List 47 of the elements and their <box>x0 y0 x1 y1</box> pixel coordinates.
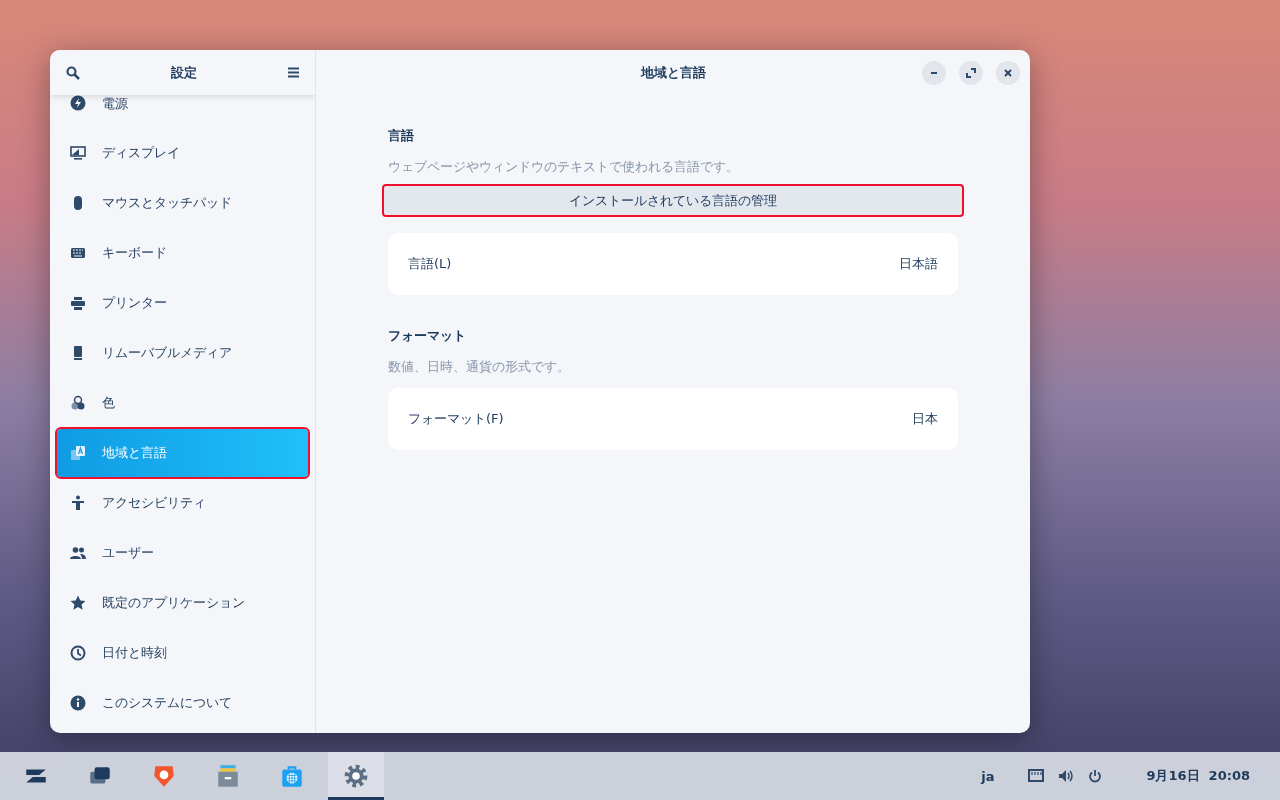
info-icon <box>70 695 86 711</box>
sidebar-item[interactable]: 電源 <box>50 95 315 128</box>
star-icon <box>70 595 86 611</box>
sidebar-item[interactable]: マウスとタッチパッド <box>50 178 315 228</box>
menu-icon[interactable] <box>288 67 299 78</box>
close-button[interactable] <box>996 60 1020 85</box>
close-icon <box>1003 67 1013 78</box>
manage-languages-button[interactable]: インストールされている言語の管理 <box>384 186 962 215</box>
sidebar-item[interactable]: ユーザー <box>50 528 315 578</box>
maximize-icon <box>966 67 976 78</box>
display-icon <box>70 145 86 161</box>
sidebar-item[interactable]: プリンター <box>50 278 315 328</box>
letter-a-icon <box>70 445 86 461</box>
search-icon[interactable] <box>66 65 80 80</box>
person-icon <box>70 495 86 511</box>
setting-value: 日本 <box>912 410 938 428</box>
sidebar-item[interactable]: 既定のアプリケーション <box>50 578 315 628</box>
power-icon[interactable] <box>1088 769 1103 783</box>
setting-row[interactable]: フォーマット(F) 日本 <box>388 388 958 450</box>
gear-icon[interactable] <box>328 752 384 800</box>
sidebar-item[interactable]: リムーバブルメディア <box>50 328 315 378</box>
section-heading: 言語 <box>388 127 415 145</box>
section-description: 数値、日時、通貨の形式です。 <box>388 359 571 376</box>
volume-icon[interactable] <box>1058 769 1075 783</box>
window-title: 地域と言語 <box>639 63 707 82</box>
sidebar-item[interactable]: 日付と時刻 <box>50 628 315 678</box>
sidebar-item[interactable]: ディスプレイ <box>50 128 315 178</box>
clock[interactable]: 9月16日 20:08 <box>1146 767 1250 785</box>
keyboard-icon <box>70 245 86 261</box>
keyboard-layout-indicator[interactable]: ja <box>981 768 995 784</box>
section-heading: フォーマット <box>388 327 467 345</box>
sidebar-item[interactable]: 色 <box>50 378 315 428</box>
sidebar-title: 設定 <box>171 63 197 82</box>
setting-value: 日本語 <box>899 255 938 273</box>
setting-label: 言語(L) <box>408 255 452 273</box>
setting-row[interactable]: 言語(L) 日本語 <box>388 233 958 295</box>
section-description: ウェブページやウィンドウのテキストで使われる言語です。 <box>388 159 740 176</box>
users-icon <box>70 545 86 561</box>
printer-icon <box>70 295 86 311</box>
sidebar-item[interactable]: このシステムについて <box>50 678 315 728</box>
clock-icon <box>70 645 86 661</box>
sidebar-item[interactable]: キーボード <box>50 228 315 278</box>
circles-icon <box>70 395 86 411</box>
network-icon[interactable] <box>1028 769 1045 783</box>
setting-label: フォーマット(F) <box>408 410 504 428</box>
sidebar-item[interactable]: アクセシビリティ <box>50 478 315 528</box>
maximize-button[interactable] <box>959 60 983 85</box>
